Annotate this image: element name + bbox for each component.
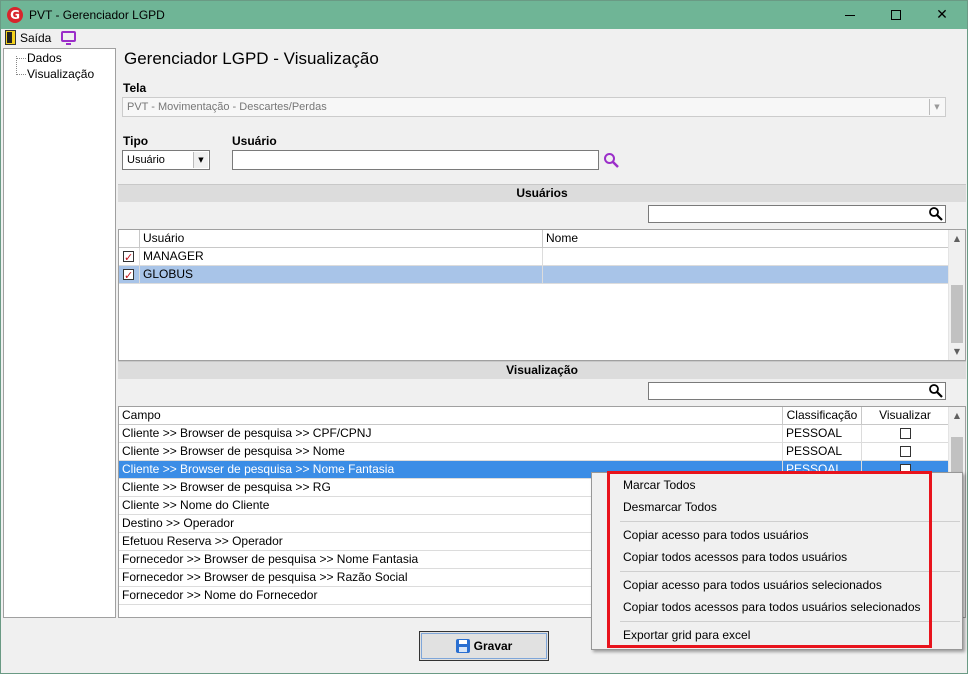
maximize-icon <box>891 10 901 20</box>
title-bar: G PVT - Gerenciador LGPD ✕ <box>1 1 967 29</box>
menu-separator <box>620 521 960 522</box>
column-header-classificacao[interactable]: Classificação <box>783 407 862 425</box>
menu-item-copiar-todos-acessos-todos[interactable]: Copiar todos acessos para todos usuários <box>623 550 847 564</box>
search-icon[interactable] <box>928 383 944 399</box>
minimize-icon <box>845 14 855 16</box>
usuario-label: Usuário <box>232 134 277 148</box>
cell-visualizar <box>862 425 948 443</box>
minimize-button[interactable] <box>827 1 873 29</box>
column-header-usuario[interactable]: Usuário <box>140 230 543 248</box>
cell-nome <box>543 266 948 284</box>
cell-classificacao: PESSOAL <box>783 443 862 461</box>
tipo-value: Usuário <box>127 154 165 166</box>
scroll-down-icon[interactable]: ▼ <box>949 343 965 360</box>
window-title: PVT - Gerenciador LGPD <box>29 8 165 22</box>
visualizacao-section-header: Visualização <box>118 361 966 379</box>
tipo-label: Tipo <box>123 134 149 148</box>
menu-item-desmarcar-todos[interactable]: Desmarcar Todos <box>623 500 717 514</box>
save-button[interactable]: Gravar <box>419 631 549 661</box>
column-header-nome[interactable]: Nome <box>543 230 948 248</box>
menu-item-exportar-excel[interactable]: Exportar grid para excel <box>623 628 750 642</box>
tela-label: Tela <box>123 81 147 95</box>
floppy-disk-icon <box>455 639 470 653</box>
cell-usuario: MANAGER <box>140 248 543 266</box>
page-title: Gerenciador LGPD - Visualização <box>124 49 379 68</box>
row-checkbox[interactable] <box>123 249 134 266</box>
cell-classificacao: PESSOAL <box>783 425 862 443</box>
search-icon[interactable] <box>928 206 944 222</box>
close-icon: ✕ <box>936 7 948 23</box>
tipo-select[interactable]: Usuário ▼ <box>122 150 210 170</box>
menu-separator <box>620 571 960 572</box>
row-checkbox[interactable] <box>123 267 134 284</box>
scroll-up-icon[interactable]: ▲ <box>949 407 965 424</box>
monitor-icon[interactable] <box>61 31 76 45</box>
cell-campo: Cliente >> Browser de pesquisa >> CPF/CP… <box>119 425 783 443</box>
search-icon[interactable] <box>603 152 619 168</box>
column-header-campo[interactable]: Campo <box>119 407 783 425</box>
scroll-up-icon[interactable]: ▲ <box>949 230 965 247</box>
usuario-input[interactable] <box>232 150 599 170</box>
column-header-visualizar[interactable]: Visualizar <box>862 407 948 425</box>
usuarios-section-header: Usuários <box>118 184 966 202</box>
table-row[interactable]: Cliente >> Browser de pesquisa >> Nome PE… <box>119 443 948 461</box>
visualizar-checkbox[interactable] <box>900 428 911 439</box>
usuarios-grid: Usuário Nome MANAGER GLOBUS ▲ ▼ <box>118 229 966 361</box>
maximize-button[interactable] <box>873 1 919 29</box>
usuarios-scrollbar[interactable]: ▲ ▼ <box>948 230 965 360</box>
app-logo-icon: G <box>7 7 23 23</box>
visualizar-checkbox[interactable] <box>900 446 911 457</box>
close-button[interactable]: ✕ <box>919 1 965 29</box>
chevron-down-icon: ▼ <box>193 152 208 168</box>
usuarios-grid-header: Usuário Nome <box>119 230 948 248</box>
menu-item-copiar-acesso-todos[interactable]: Copiar acesso para todos usuários <box>623 528 808 542</box>
cell-usuario: GLOBUS <box>140 266 543 284</box>
table-row[interactable]: Cliente >> Browser de pesquisa >> CPF/CP… <box>119 425 948 443</box>
exit-button[interactable]: Saída <box>1 29 53 47</box>
scroll-thumb[interactable] <box>951 285 963 343</box>
table-row[interactable]: GLOBUS <box>119 266 948 284</box>
menu-separator <box>620 621 960 622</box>
table-row[interactable]: MANAGER <box>119 248 948 266</box>
tree-item-visualizacao[interactable]: Visualização <box>4 67 94 81</box>
main-window: G PVT - Gerenciador LGPD ✕ Saída Dados V… <box>0 0 968 674</box>
visualizacao-grid-header: Campo Classificação Visualizar <box>119 407 948 425</box>
menu-item-copiar-todos-acessos-selecionados[interactable]: Copiar todos acessos para todos usuários… <box>623 600 921 614</box>
tela-value: PVT - Movimentação - Descartes/Perdas <box>127 101 327 113</box>
cell-campo: Cliente >> Browser de pesquisa >> Nome <box>119 443 783 461</box>
toolbar: Saída <box>1 29 967 47</box>
header-check-cell <box>119 230 140 248</box>
tree-item-label: Dados <box>27 51 62 65</box>
menu-item-marcar-todos[interactable]: Marcar Todos <box>623 478 695 492</box>
visualizacao-search-input[interactable] <box>648 382 946 400</box>
menu-item-copiar-acesso-selecionados[interactable]: Copiar acesso para todos usuários seleci… <box>623 578 882 592</box>
chevron-down-icon: ▼ <box>929 99 944 115</box>
navigation-tree: Dados Visualização <box>3 48 116 618</box>
tree-item-dados[interactable]: Dados <box>4 51 62 65</box>
tela-select[interactable]: PVT - Movimentação - Descartes/Perdas ▼ <box>122 97 946 117</box>
cell-nome <box>543 248 948 266</box>
tree-item-label: Visualização <box>27 67 95 81</box>
usuarios-search-input[interactable] <box>648 205 946 223</box>
context-menu: Marcar Todos Desmarcar Todos Copiar aces… <box>591 472 963 650</box>
exit-label: Saída <box>20 31 52 45</box>
door-exit-icon <box>5 30 16 45</box>
cell-visualizar <box>862 443 948 461</box>
